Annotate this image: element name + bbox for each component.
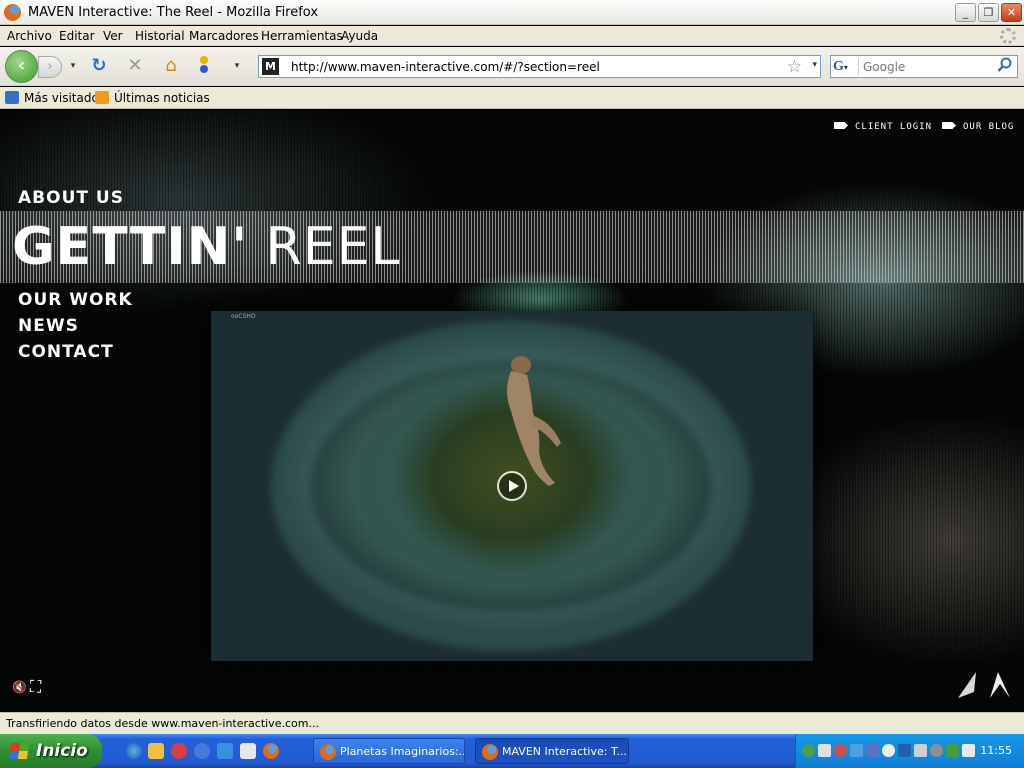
firefox-icon <box>4 4 21 21</box>
windows-flag-icon <box>8 743 30 759</box>
rss-icon <box>95 91 109 104</box>
scroll-up-arrows-icon[interactable] <box>956 670 1012 700</box>
menu-herramientas[interactable]: Herramientas <box>261 29 343 43</box>
firefox-quicklaunch-icon[interactable] <box>263 743 279 759</box>
volume-tray-icon[interactable] <box>914 744 927 757</box>
tray-icon-2[interactable] <box>818 744 831 757</box>
url-dropdown-icon[interactable]: ▾ <box>812 60 817 70</box>
window-titlebar: MAVEN Interactive: The Reel - Mozilla Fi… <box>0 0 1024 25</box>
bookmark-mas-visitados[interactable]: Más visitados <box>5 91 105 105</box>
menu-ayuda[interactable]: Ayuda <box>341 29 378 43</box>
status-text: Transfiriendo datos desde www.maven-inte… <box>6 717 319 730</box>
close-button[interactable]: ✕ <box>1001 3 1022 22</box>
player-quicklaunch-icon[interactable] <box>194 743 210 759</box>
history-dropdown-icon[interactable]: ▾ <box>62 55 84 77</box>
video-watermark: ooCSHO <box>231 313 256 320</box>
menu-marcadores[interactable]: Marcadores <box>189 29 259 43</box>
play-button[interactable] <box>497 471 527 501</box>
page-headline: GETTIN' REEL <box>12 215 400 279</box>
tray-icon-3[interactable] <box>834 744 847 757</box>
search-input[interactable] <box>863 59 993 75</box>
bookmark-star-icon[interactable]: ☆ <box>787 57 802 77</box>
menu-archivo[interactable]: Archivo <box>7 29 52 43</box>
media-quicklaunch-icon[interactable] <box>171 743 187 759</box>
headline-bold: GETTIN' <box>12 217 249 277</box>
windows-taskbar: Inicio Planetas Imaginarios:... MAVEN In… <box>0 734 1024 768</box>
loading-throbber-icon <box>1000 28 1016 44</box>
bookmarks-toolbar: Más visitados Últimas noticias <box>0 87 1024 109</box>
google-engine-icon[interactable]: G▾ <box>833 58 859 75</box>
folder-icon <box>5 91 19 104</box>
fullscreen-icon[interactable]: ⛶ <box>30 677 41 697</box>
minimize-button[interactable]: _ <box>955 3 976 22</box>
nav-news[interactable]: NEWS <box>18 316 79 336</box>
reload-icon[interactable]: ↻ <box>88 55 110 77</box>
app-quicklaunch-icon[interactable] <box>240 743 256 759</box>
tag-icon <box>942 122 956 129</box>
headline-light: REEL <box>265 217 401 277</box>
taskbar-item-planetas[interactable]: Planetas Imaginarios:... <box>313 738 465 764</box>
navigation-toolbar: ‹ › ▾ ↻ ✕ ⌂ ▾ M http://www.maven-interac… <box>0 47 1024 86</box>
tray-icon-10[interactable] <box>946 744 959 757</box>
bookmark-ultimas-noticias[interactable]: Últimas noticias <box>95 91 210 105</box>
clock-quicklaunch-icon[interactable] <box>148 743 164 759</box>
nav-contact[interactable]: CONTACT <box>18 342 114 362</box>
search-bar: G▾ <box>830 55 1018 78</box>
menu-editar[interactable]: Editar <box>59 29 95 43</box>
network-tray-icon[interactable] <box>802 744 815 757</box>
window-title: MAVEN Interactive: The Reel - Mozilla Fi… <box>28 5 319 20</box>
firefox-icon <box>320 744 336 760</box>
tray-icon-9[interactable] <box>930 744 943 757</box>
address-bar[interactable]: M http://www.maven-interactive.com/#/?se… <box>258 55 821 78</box>
stop-icon[interactable]: ✕ <box>124 55 146 77</box>
video-figure-image <box>507 356 561 486</box>
tray-icon-6[interactable] <box>882 744 895 757</box>
system-tray: 11:55 <box>795 734 1024 768</box>
menu-ver[interactable]: Ver <box>103 29 123 43</box>
address-url[interactable]: http://www.maven-interactive.com/#/?sect… <box>291 60 600 74</box>
our-blog-link[interactable]: OUR BLOG <box>942 122 1014 132</box>
site-favicon-icon: M <box>262 58 279 75</box>
reel-video-player[interactable]: ooCSHO <box>211 311 813 661</box>
tray-icon-5[interactable] <box>866 744 879 757</box>
maximize-button[interactable]: ❐ <box>978 3 999 22</box>
mute-icon[interactable]: 🔇 <box>12 680 27 694</box>
ie-quicklaunch-icon[interactable] <box>126 743 142 759</box>
start-button[interactable]: Inicio <box>0 734 102 768</box>
tray-icon-11[interactable] <box>962 744 975 757</box>
status-bar: Transfiriendo datos desde www.maven-inte… <box>0 712 1024 734</box>
tray-icon-7[interactable] <box>898 744 911 757</box>
nav-our-work[interactable]: OUR WORK <box>18 290 133 310</box>
web-content: CLIENT LOGIN OUR BLOG ABOUT US GETTIN' R… <box>0 110 1024 712</box>
nav-about-us[interactable]: ABOUT US <box>18 188 124 208</box>
menu-bar: Archivo Editar Ver Historial Marcadores … <box>0 26 1024 46</box>
addon-dropdown-icon[interactable]: ▾ <box>226 55 248 77</box>
taskbar-item-maven[interactable]: MAVEN Interactive: T... <box>475 738 629 764</box>
tray-icon-4[interactable] <box>850 744 863 757</box>
addon-icon[interactable] <box>193 55 215 77</box>
forward-button[interactable]: › <box>38 56 62 78</box>
tag-icon <box>834 122 848 129</box>
back-button[interactable]: ‹ <box>5 50 38 83</box>
browser-quicklaunch-icon[interactable] <box>217 743 233 759</box>
home-icon[interactable]: ⌂ <box>160 55 182 77</box>
menu-historial[interactable]: Historial <box>135 29 185 43</box>
system-clock[interactable]: 11:55 <box>980 744 1012 757</box>
firefox-icon <box>482 744 498 760</box>
search-icon[interactable] <box>997 57 1013 77</box>
client-login-link[interactable]: CLIENT LOGIN <box>834 122 932 132</box>
